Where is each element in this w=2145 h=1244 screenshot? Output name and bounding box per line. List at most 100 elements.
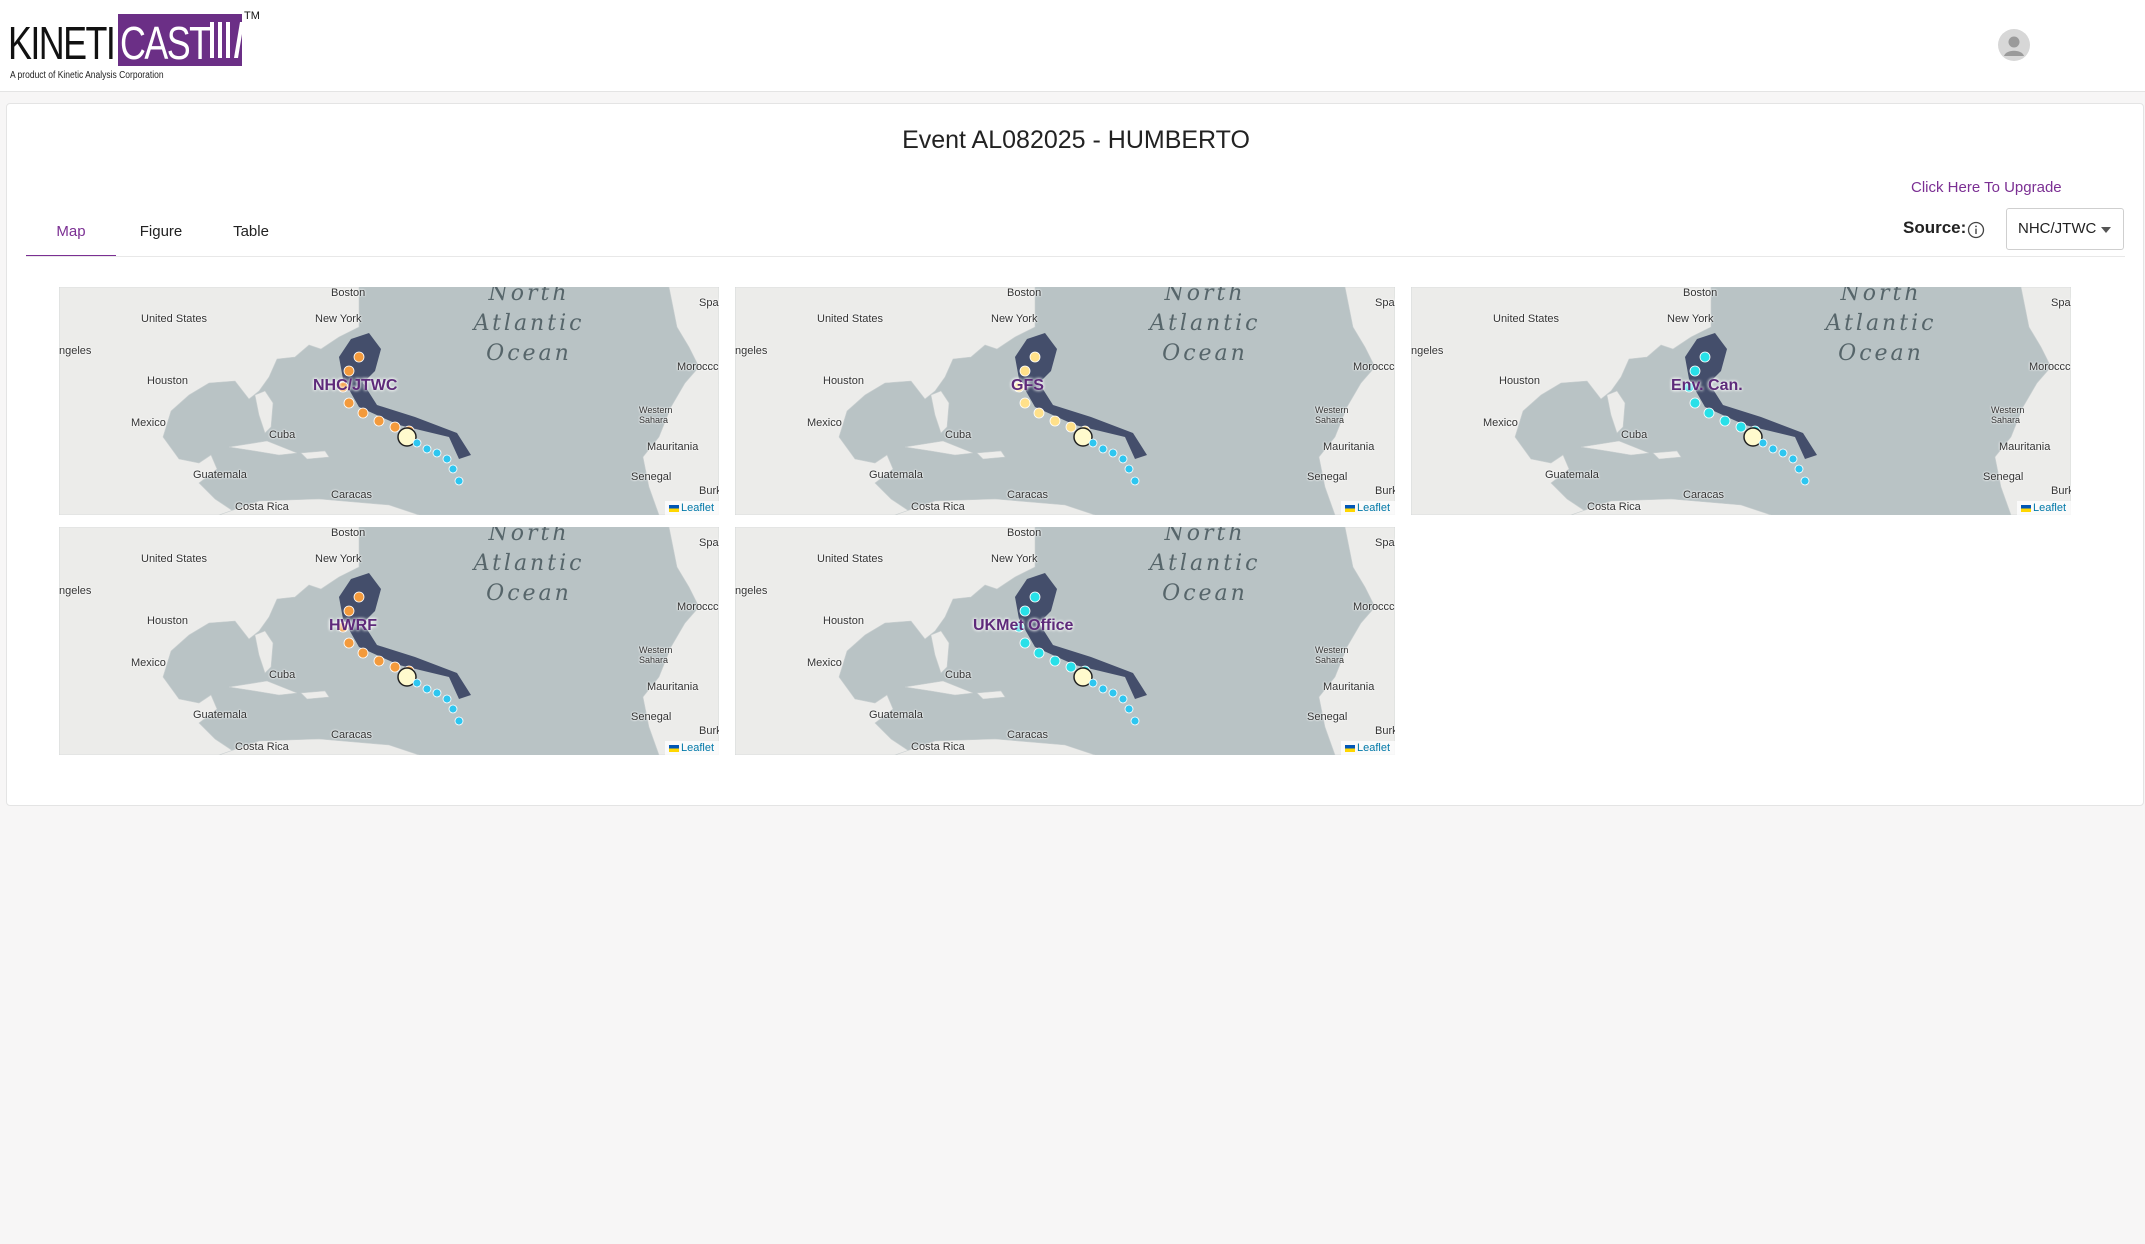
map-attribution[interactable]: Leaflet xyxy=(1340,501,1395,515)
upgrade-link[interactable]: Click Here To Upgrade xyxy=(1911,179,2062,196)
track-point xyxy=(353,351,365,363)
track-point xyxy=(1699,351,1711,363)
source-label: Source: xyxy=(1903,218,1967,237)
land-shape xyxy=(228,680,298,696)
place-label-new-york: New York xyxy=(1667,313,1714,325)
past-track-point xyxy=(1124,704,1134,714)
place-label-new-york: New York xyxy=(991,553,1038,565)
place-label-western-sahara: Western Sahara xyxy=(1315,645,1349,665)
place-label-angeles: ngeles xyxy=(59,345,92,357)
leaflet-link[interactable]: Leaflet xyxy=(2033,502,2066,514)
place-label-mexico: Mexico xyxy=(807,417,842,429)
user-avatar-icon[interactable] xyxy=(1998,29,2030,61)
place-label-spain: Spai xyxy=(699,537,719,549)
storm-map-2[interactable]: United States Boston New York ngeles Houston… xyxy=(735,287,1395,515)
ocean-label: North Atlantic Ocean xyxy=(1825,287,1937,366)
leaflet-link[interactable]: Leaflet xyxy=(681,742,714,754)
place-label-mauritania: Mauritania xyxy=(1999,441,2051,453)
storm-map-1[interactable]: United States Boston New York ngeles Houston… xyxy=(59,287,719,515)
land-shape xyxy=(930,390,950,434)
place-label-caracas: Caracas xyxy=(331,489,372,501)
place-label-boston: Boston xyxy=(331,527,366,539)
ocean-label: North Atlantic Ocean xyxy=(473,287,585,366)
place-label-burkina: Burki xyxy=(699,485,719,497)
past-track-point xyxy=(422,444,432,454)
past-track-point xyxy=(1794,464,1804,474)
past-track-point xyxy=(1108,448,1118,458)
tab-figure[interactable]: Figure xyxy=(116,209,206,257)
event-title: Event AL082025 - HUMBERTO xyxy=(902,126,1250,154)
track-point xyxy=(1029,591,1041,603)
place-label-western-sahara: Western Sahara xyxy=(639,645,673,665)
place-label-houston: Houston xyxy=(1499,375,1540,387)
past-track-point xyxy=(1788,454,1798,464)
past-track-point xyxy=(432,688,442,698)
place-label-burkina: Burki xyxy=(2051,485,2071,497)
place-label-mexico: Mexico xyxy=(807,657,842,669)
logo-trademark: TM xyxy=(244,10,260,22)
place-label-guatemala: Guatemala xyxy=(193,709,247,721)
map-attribution[interactable]: Leaflet xyxy=(2016,501,2071,515)
track-point xyxy=(389,661,401,673)
kineticast-logo[interactable]: KINETI CAST TM A product of Kinetic Anal… xyxy=(8,10,260,81)
place-label-spain: Spai xyxy=(699,297,719,309)
past-track-point xyxy=(432,448,442,458)
storm-map-3[interactable]: United States Boston New York ngeles Houston… xyxy=(1411,287,2071,515)
land-shape xyxy=(930,630,950,674)
track-point xyxy=(357,407,369,419)
place-label-morocco: Moroccc xyxy=(1353,601,1395,613)
storm-map-4[interactable]: United States Boston New York ngeles Houston… xyxy=(59,527,719,755)
place-label-mexico: Mexico xyxy=(131,417,166,429)
map-attribution[interactable]: Leaflet xyxy=(664,501,719,515)
storm-map-5[interactable]: United States Boston New York ngeles Houston… xyxy=(735,527,1395,755)
place-label-guatemala: Guatemala xyxy=(869,469,923,481)
past-track-point xyxy=(1098,684,1108,694)
place-label-senegal: Senegal xyxy=(1983,471,2024,483)
tab-map[interactable]: Map xyxy=(26,209,116,257)
place-label-angeles: ngeles xyxy=(1411,345,1444,357)
place-label-boston: Boston xyxy=(1007,527,1042,539)
source-select-value: NHC/JTWC xyxy=(2018,220,2097,237)
land-shape xyxy=(976,450,1006,460)
tabs-divider xyxy=(26,256,2125,257)
map-attribution[interactable]: Leaflet xyxy=(664,741,719,755)
source-select[interactable]: NHC/JTWC xyxy=(2006,208,2124,250)
tab-table[interactable]: Table xyxy=(206,209,296,257)
past-track-point xyxy=(1118,694,1128,704)
info-icon[interactable] xyxy=(1967,221,1985,239)
land-shape xyxy=(228,440,298,456)
place-label-cuba: Cuba xyxy=(269,429,296,441)
ocean-label: North Atlantic Ocean xyxy=(1149,527,1261,606)
event-card: Event AL082025 - HUMBERTO Click Here To … xyxy=(6,103,2144,806)
place-label-caracas: Caracas xyxy=(1007,489,1048,501)
place-label-morocco: Moroccc xyxy=(677,601,719,613)
place-label-caracas: Caracas xyxy=(1007,729,1048,741)
track-point xyxy=(1689,365,1701,377)
place-label-mauritania: Mauritania xyxy=(1323,681,1375,693)
past-track-point xyxy=(1088,438,1098,448)
land-shape xyxy=(300,450,330,460)
map-attribution[interactable]: Leaflet xyxy=(1340,741,1395,755)
past-track-point xyxy=(442,694,452,704)
past-track-point xyxy=(1108,688,1118,698)
place-label-guatemala: Guatemala xyxy=(1545,469,1599,481)
place-label-senegal: Senegal xyxy=(1307,471,1348,483)
track-point xyxy=(357,647,369,659)
track-point xyxy=(1019,365,1031,377)
leaflet-link[interactable]: Leaflet xyxy=(681,502,714,514)
logo-bars-icon xyxy=(210,22,244,58)
leaflet-link[interactable]: Leaflet xyxy=(1357,742,1390,754)
leaflet-link[interactable]: Leaflet xyxy=(1357,502,1390,514)
ukraine-flag-icon xyxy=(1344,504,1355,512)
past-track-point xyxy=(1088,678,1098,688)
place-label-houston: Houston xyxy=(823,615,864,627)
ukraine-flag-icon xyxy=(1344,744,1355,752)
place-label-angeles: ngeles xyxy=(735,585,768,597)
past-track-point xyxy=(448,464,458,474)
place-label-houston: Houston xyxy=(823,375,864,387)
logo-prefix: KINETI xyxy=(8,17,116,69)
track-point xyxy=(343,365,355,377)
place-label-new-york: New York xyxy=(991,313,1038,325)
past-track-point xyxy=(1758,438,1768,448)
ukraine-flag-icon xyxy=(668,744,679,752)
